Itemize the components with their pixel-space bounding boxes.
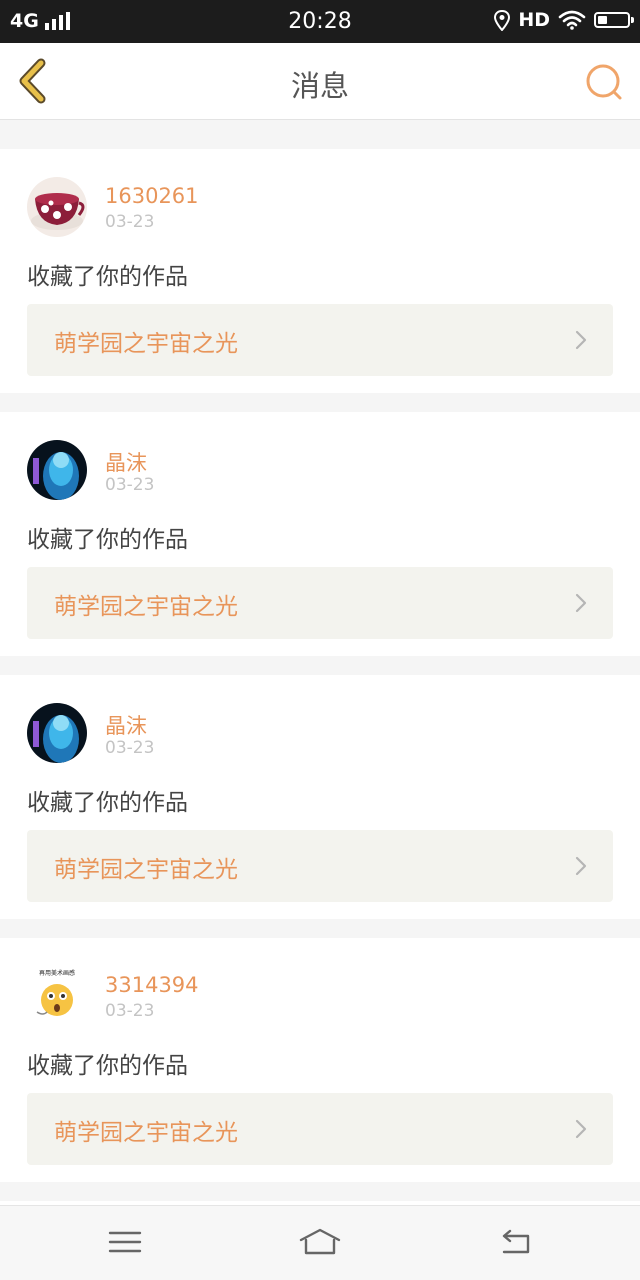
page-title: 消息 bbox=[290, 69, 349, 103]
work-title: 萌学园之宇宙之光 bbox=[54, 1120, 238, 1146]
message-card: 1630261 03-23 收藏了你的作品 萌学园之宇宙之光 bbox=[0, 149, 640, 393]
message-date: 03-23 bbox=[105, 1001, 155, 1021]
wifi-icon bbox=[558, 10, 586, 30]
username[interactable]: 晶沫 bbox=[105, 710, 147, 740]
work-link[interactable]: 萌学园之宇宙之光 bbox=[27, 1093, 613, 1165]
chevron-right-icon bbox=[575, 593, 587, 613]
return-button[interactable] bbox=[498, 1226, 534, 1258]
anime-avatar-icon bbox=[27, 440, 87, 500]
work-link[interactable]: 萌学园之宇宙之光 bbox=[27, 567, 613, 639]
anime-avatar-icon bbox=[27, 703, 87, 763]
battery-icon bbox=[594, 12, 634, 28]
message-date: 03-23 bbox=[105, 212, 155, 232]
search-icon bbox=[586, 64, 622, 100]
username[interactable]: 晶沫 bbox=[105, 447, 147, 477]
chevron-right-icon bbox=[575, 1119, 587, 1139]
location-icon bbox=[494, 9, 511, 31]
message-card: 晶沫 03-23 收藏了你的作品 萌学园之宇宙之光 bbox=[0, 675, 640, 919]
message-card: 晶沫 03-23 收藏了你的作品 萌学园之宇宙之光 bbox=[0, 412, 640, 656]
avatar[interactable]: 再用美术画感 bbox=[27, 966, 87, 1026]
avatar-caption: 再用美术画感 bbox=[39, 969, 75, 977]
username[interactable]: 1630261 bbox=[105, 184, 199, 208]
message-list: 1630261 03-23 收藏了你的作品 萌学园之宇宙之光 晶沫 03-23 … bbox=[0, 130, 640, 1241]
home-button[interactable] bbox=[298, 1226, 342, 1258]
avatar[interactable] bbox=[27, 177, 87, 237]
message-text: 收藏了你的作品 bbox=[27, 1053, 188, 1079]
app-header: 消息 bbox=[0, 43, 640, 120]
teacup-avatar-icon bbox=[27, 177, 87, 237]
username[interactable]: 3314394 bbox=[105, 973, 199, 997]
chevron-right-icon bbox=[575, 330, 587, 350]
return-icon bbox=[502, 1229, 530, 1254]
status-bar: 4G 20:28 HD bbox=[0, 0, 640, 43]
search-button[interactable] bbox=[584, 62, 624, 102]
message-card: 再用美术画感 3314394 03-23 收藏了你的作品 萌学园之宇宙之光 bbox=[0, 938, 640, 1182]
work-title: 萌学园之宇宙之光 bbox=[54, 857, 238, 883]
work-title: 萌学园之宇宙之光 bbox=[54, 594, 238, 620]
system-nav-bar bbox=[0, 1205, 640, 1280]
message-text: 收藏了你的作品 bbox=[27, 527, 188, 553]
menu-button[interactable] bbox=[107, 1226, 143, 1258]
message-date: 03-23 bbox=[105, 475, 155, 495]
avatar[interactable] bbox=[27, 703, 87, 763]
home-icon bbox=[299, 1228, 341, 1255]
message-text: 收藏了你的作品 bbox=[27, 264, 188, 290]
avatar[interactable] bbox=[27, 440, 87, 500]
message-date: 03-23 bbox=[105, 738, 155, 758]
menu-icon bbox=[108, 1231, 142, 1253]
work-link[interactable]: 萌学园之宇宙之光 bbox=[27, 830, 613, 902]
work-link[interactable]: 萌学园之宇宙之光 bbox=[27, 304, 613, 376]
hd-indicator: HD bbox=[518, 9, 550, 31]
chevron-right-icon bbox=[575, 856, 587, 876]
work-title: 萌学园之宇宙之光 bbox=[54, 331, 238, 357]
message-text: 收藏了你的作品 bbox=[27, 790, 188, 816]
emoji-avatar-icon: 再用美术画感 bbox=[27, 966, 87, 1026]
